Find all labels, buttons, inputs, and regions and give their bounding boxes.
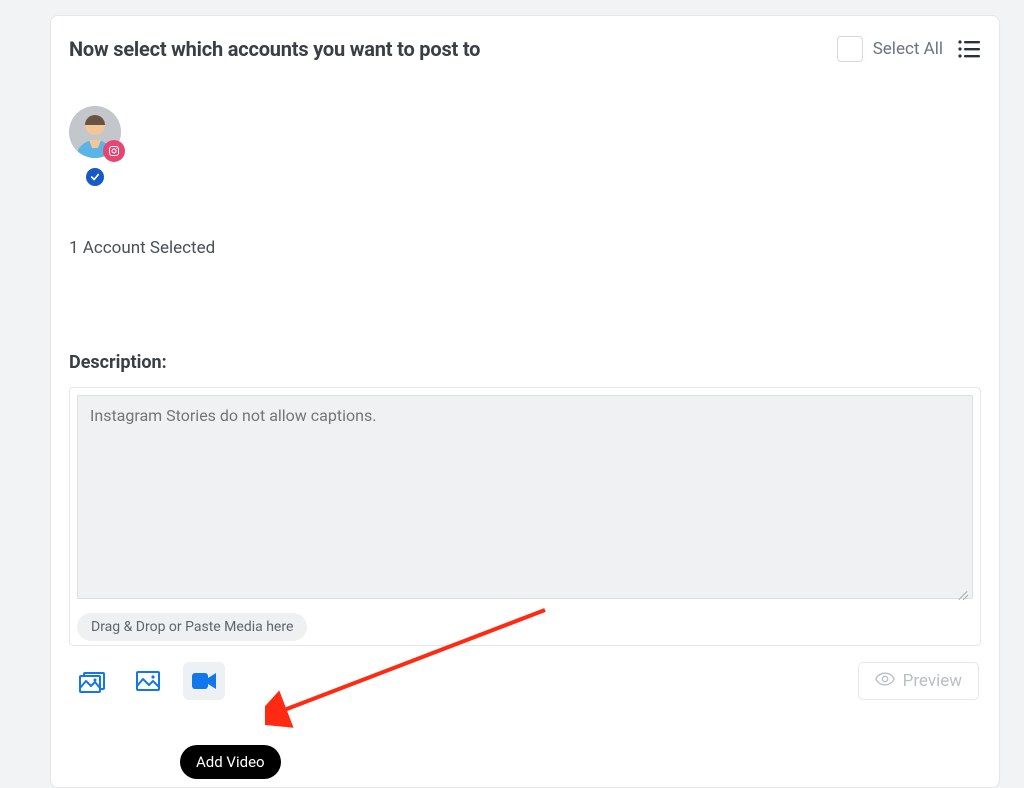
description-label: Description: [69,352,981,373]
selected-check-icon [86,168,104,186]
instagram-badge-icon [103,140,125,162]
description-textarea[interactable] [77,395,973,599]
add-video-button[interactable] [183,662,225,700]
toolbar-left [71,662,225,700]
post-compose-card: Now select which accounts you want to po… [50,15,1000,788]
eye-icon [875,671,895,691]
selected-count: 1 Account Selected [69,238,981,258]
accounts-list [69,106,981,186]
media-toolbar: Preview [69,662,981,700]
list-view-icon[interactable] [957,39,981,59]
description-box: Drag & Drop or Paste Media here [69,387,981,646]
accounts-title: Now select which accounts you want to po… [69,37,480,61]
select-all-toggle[interactable]: Select All [837,36,943,62]
add-image-button[interactable] [127,662,169,700]
accounts-header: Now select which accounts you want to po… [69,36,981,62]
select-all-label: Select All [873,39,943,59]
drag-drop-hint: Drag & Drop or Paste Media here [77,613,307,641]
select-all-checkbox[interactable] [837,36,863,62]
preview-button[interactable]: Preview [858,662,979,700]
preview-label: Preview [903,671,962,691]
add-gif-button[interactable] [71,662,113,700]
account-item[interactable] [69,106,121,158]
add-video-tooltip: Add Video [180,745,281,779]
header-actions: Select All [837,36,981,62]
